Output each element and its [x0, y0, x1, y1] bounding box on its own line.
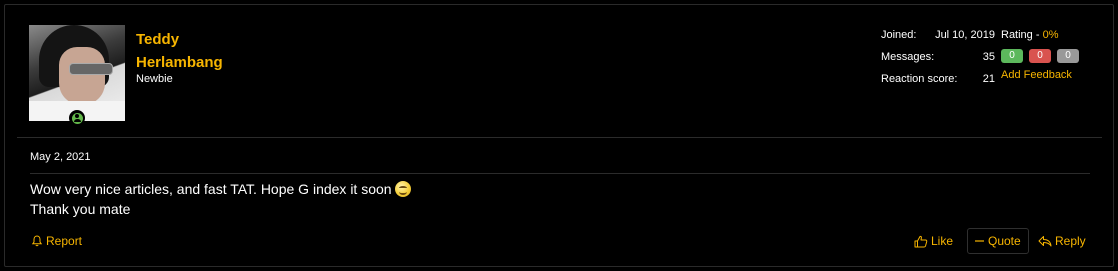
user-title: Newbie — [136, 73, 173, 85]
bell-icon — [31, 235, 43, 247]
grinning-face-emoji — [394, 181, 411, 197]
user-online-icon — [69, 110, 85, 126]
reply-button[interactable]: Reply — [1038, 234, 1086, 248]
message-line-1: Wow very nice articles, and fast TAT. Ho… — [30, 179, 411, 199]
stat-joined-label: Joined: — [881, 29, 917, 41]
like-button[interactable]: Like — [914, 234, 953, 248]
message-line-2: Thank you mate — [30, 201, 131, 217]
stat-joined-value: Jul 10, 2019 — [935, 29, 995, 41]
date-divider — [30, 173, 1090, 174]
username[interactable]: Teddy Herlambang — [136, 28, 256, 74]
stat-reaction-label: Reaction score: — [881, 73, 958, 85]
avatar-glasses — [69, 63, 113, 75]
header-divider — [17, 137, 1102, 138]
reply-icon — [1038, 236, 1052, 247]
post-date[interactable]: May 2, 2021 — [30, 151, 91, 163]
quote-label: Quote — [988, 234, 1021, 248]
quote-icon — [975, 240, 984, 242]
stat-messages-value: 35 — [982, 51, 995, 63]
rating: Rating - 0% — [1001, 29, 1058, 41]
stat-reaction-value: 21 — [982, 73, 995, 85]
thumbs-up-icon — [914, 235, 928, 247]
like-label: Like — [931, 234, 954, 248]
stat-messages-label: Messages: — [881, 51, 935, 63]
neutral-feedback-badge[interactable]: 0 — [1057, 49, 1079, 63]
negative-feedback-badge[interactable]: 0 — [1029, 49, 1051, 63]
forum-post: Teddy Herlambang Newbie Joined: Jul 10, … — [4, 4, 1114, 267]
reply-label: Reply — [1055, 234, 1086, 248]
rating-percent: 0% — [1042, 29, 1059, 41]
message-line-1-text: Wow very nice articles, and fast TAT. Ho… — [30, 181, 392, 197]
add-feedback-link[interactable]: Add Feedback — [1001, 69, 1072, 81]
report-button[interactable]: Report — [31, 234, 82, 248]
post-message: Wow very nice articles, and fast TAT. Ho… — [30, 179, 411, 219]
avatar-face — [59, 47, 105, 105]
quote-button[interactable]: Quote — [967, 228, 1029, 254]
feedback-badges: 0 0 0 — [1001, 49, 1079, 63]
report-label: Report — [46, 234, 83, 248]
rating-label: Rating - — [1001, 29, 1043, 41]
positive-feedback-badge[interactable]: 0 — [1001, 49, 1023, 63]
avatar[interactable] — [29, 25, 125, 121]
